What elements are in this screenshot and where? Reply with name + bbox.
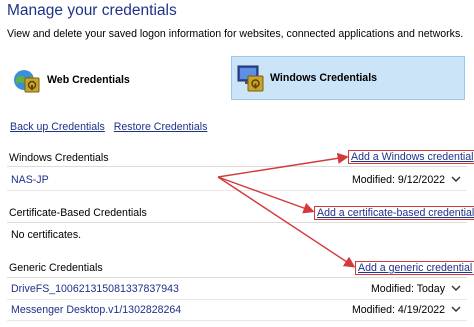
generic-credentials-heading: Generic Credentials bbox=[9, 262, 103, 274]
credential-row-messenger[interactable]: Messenger Desktop.v1/1302828264 Modified… bbox=[7, 301, 467, 321]
backup-restore-links: Back up Credentials Restore Credentials bbox=[10, 121, 213, 133]
add-certificate-credential-link[interactable]: Add a certificate-based credential bbox=[314, 206, 474, 220]
no-certificates-row: No certificates. bbox=[7, 226, 467, 246]
credential-row-drivefs[interactable]: DriveFS_100621315081337837943 Modified: … bbox=[7, 280, 467, 300]
web-credentials-tab[interactable]: Web Credentials bbox=[13, 60, 130, 100]
web-credentials-label: Web Credentials bbox=[47, 74, 130, 86]
page-description: View and delete your saved logon informa… bbox=[7, 28, 464, 40]
certificate-credentials-heading: Certificate-Based Credentials bbox=[9, 207, 147, 219]
credential-modified: Modified: 9/12/2022 bbox=[351, 174, 445, 186]
windows-credentials-label: Windows Credentials bbox=[270, 72, 378, 84]
restore-credentials-label: Restore Credentials bbox=[113, 121, 208, 133]
backup-credentials-link[interactable]: Back up Credentials bbox=[10, 121, 105, 133]
chevron-down-icon[interactable] bbox=[449, 172, 463, 186]
add-windows-credential-link[interactable]: Add a Windows credential bbox=[348, 150, 474, 164]
windows-credentials-icon bbox=[236, 64, 264, 92]
credential-modified: Modified: Today bbox=[370, 283, 445, 295]
credential-name: DriveFS_100621315081337837943 bbox=[11, 283, 179, 295]
windows-credentials-heading: Windows Credentials bbox=[9, 152, 109, 164]
restore-credentials-link[interactable]: Restore Credentials bbox=[114, 121, 208, 133]
add-generic-credential-link[interactable]: Add a generic credential bbox=[355, 261, 474, 275]
windows-credentials-tab[interactable]: Windows Credentials bbox=[231, 56, 465, 100]
section-divider bbox=[7, 166, 467, 167]
backup-credentials-label: Back up Credentials bbox=[10, 121, 105, 133]
credential-name: Messenger Desktop.v1/1302828264 bbox=[11, 304, 182, 316]
no-certificates-text: No certificates. bbox=[11, 229, 82, 241]
credential-name: NAS-JP bbox=[11, 174, 49, 186]
section-divider bbox=[7, 222, 467, 223]
chevron-down-icon[interactable] bbox=[449, 281, 463, 295]
section-divider bbox=[7, 277, 467, 278]
web-credentials-icon bbox=[13, 66, 41, 94]
credential-row-nas-jp[interactable]: NAS-JP Modified: 9/12/2022 bbox=[7, 171, 467, 191]
page-title: Manage your credentials bbox=[7, 2, 177, 19]
credential-modified: Modified: 4/19/2022 bbox=[351, 304, 445, 316]
chevron-down-icon[interactable] bbox=[449, 302, 463, 316]
